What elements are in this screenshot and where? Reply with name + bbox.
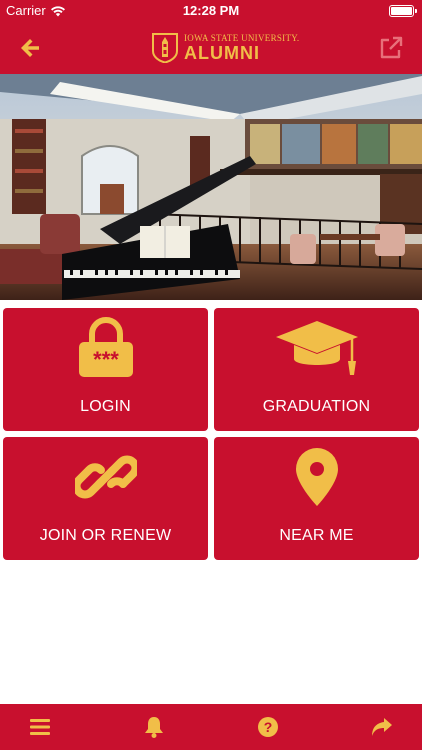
campanile-crest-icon — [152, 33, 178, 63]
logo-alumni-text: ALUMNI — [184, 43, 260, 63]
hero-photo — [0, 74, 422, 300]
map-pin-icon — [214, 445, 419, 509]
join-renew-tile[interactable]: JOIN OR RENEW — [3, 437, 208, 560]
bell-icon[interactable] — [141, 715, 167, 739]
help-icon[interactable]: ? — [255, 715, 281, 739]
login-label: LOGIN — [80, 398, 131, 415]
logo-university-text: IOWA STATE UNIVERSITY. — [184, 33, 300, 43]
logo-wordmark: IOWA STATE UNIVERSITY. ALUMNI — [184, 33, 300, 63]
login-tile[interactable]: *** LOGIN — [3, 308, 208, 431]
svg-text:?: ? — [264, 719, 273, 735]
chain-link-icon — [3, 445, 208, 509]
hero-photo-illustration — [0, 74, 422, 300]
near-me-tile[interactable]: NEAR ME — [214, 437, 419, 560]
action-grid: *** LOGIN GRADUATION JOIN OR RENEW NEAR … — [3, 308, 419, 560]
graduation-tile[interactable]: GRADUATION — [214, 308, 419, 431]
svg-text:***: *** — [93, 347, 119, 372]
graduation-cap-icon — [214, 316, 419, 380]
near-me-label: NEAR ME — [279, 527, 354, 544]
nav-bar: IOWA STATE UNIVERSITY. ALUMNI — [0, 22, 422, 74]
join-renew-label: JOIN OR RENEW — [39, 527, 172, 544]
tab-bar: ? — [0, 704, 422, 750]
share-arrow-icon[interactable] — [369, 715, 395, 739]
battery-icon — [389, 5, 417, 17]
clock: 12:28 PM — [182, 3, 240, 18]
battery-fill — [391, 7, 412, 15]
menu-icon[interactable] — [27, 715, 53, 739]
alumni-logo: IOWA STATE UNIVERSITY. ALUMNI — [152, 31, 299, 65]
graduation-label: GRADUATION — [262, 398, 371, 415]
arrow-left-icon[interactable] — [18, 36, 42, 60]
status-bar: Carrier 12:28 PM — [0, 0, 422, 22]
external-link-icon[interactable] — [378, 35, 404, 61]
password-lock-icon: *** — [3, 316, 208, 380]
